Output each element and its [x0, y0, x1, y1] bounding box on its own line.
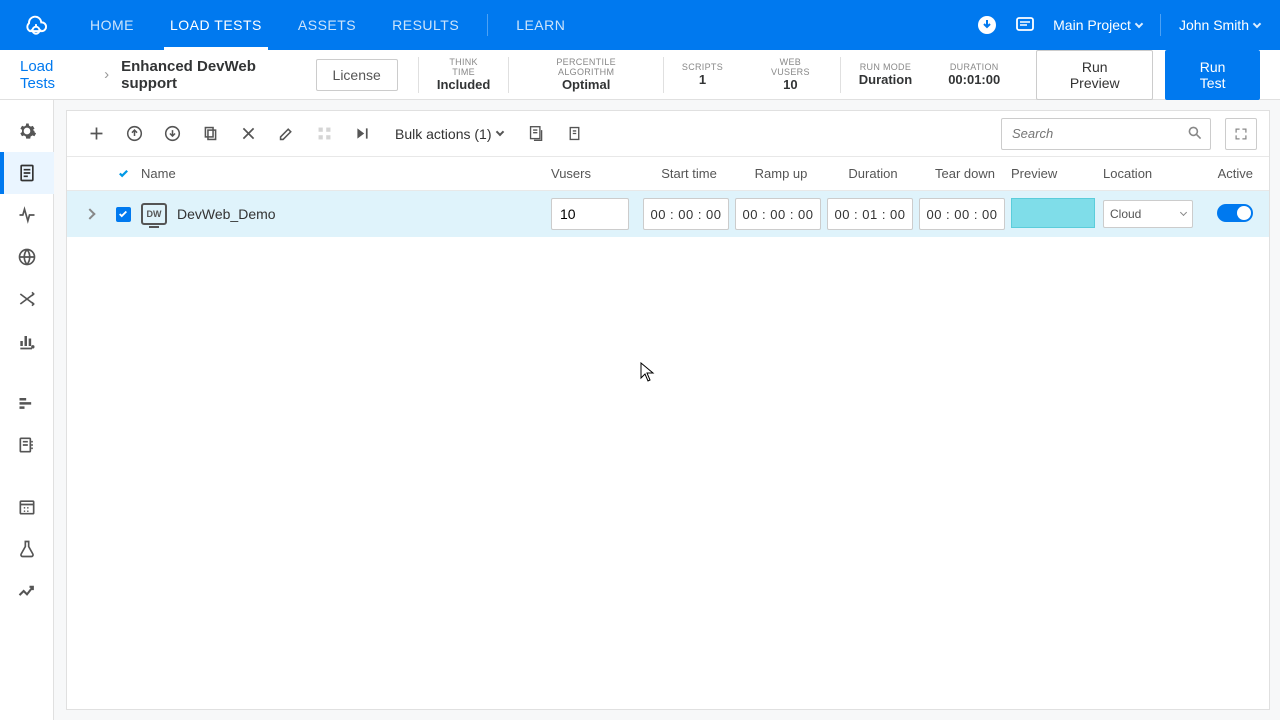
vusers-input[interactable]	[551, 198, 629, 230]
th-vusers[interactable]: Vusers	[551, 166, 643, 181]
th-location[interactable]: Location	[1103, 166, 1203, 181]
th-name[interactable]: Name	[141, 166, 551, 181]
sidebar-calendar[interactable]	[0, 486, 54, 528]
nav-divider	[487, 14, 488, 36]
delete-icon[interactable]	[231, 117, 265, 151]
add-icon[interactable]	[79, 117, 113, 151]
doc-icon[interactable]	[557, 117, 591, 151]
logo-icon	[20, 9, 52, 41]
th-start[interactable]: Start time	[643, 166, 735, 181]
chevron-down-icon	[1253, 19, 1261, 27]
th-active[interactable]: Active	[1203, 166, 1261, 181]
th-preview[interactable]: Preview	[1011, 166, 1103, 181]
user-name: John Smith	[1179, 17, 1249, 33]
nav-results[interactable]: RESULTS	[374, 0, 477, 50]
start-time-input[interactable]: 00 : 00 : 00	[643, 198, 729, 230]
th-ramp[interactable]: Ramp up	[735, 166, 827, 181]
license-button[interactable]: License	[316, 59, 398, 91]
chat-icon[interactable]	[1015, 15, 1035, 35]
expand-icon[interactable]	[1225, 118, 1257, 150]
active-toggle[interactable]	[1217, 204, 1253, 222]
skip-icon[interactable]	[345, 117, 379, 151]
preview-chart	[1011, 198, 1095, 228]
run-test-button[interactable]: Run Test	[1165, 50, 1260, 100]
sidebar-flask[interactable]	[0, 528, 54, 570]
sidebar-scripts[interactable]	[0, 152, 54, 194]
top-nav: HOME LOAD TESTS ASSETS RESULTS LEARN Mai…	[0, 0, 1280, 50]
edit-icon[interactable]	[269, 117, 303, 151]
teardown-input[interactable]: 00 : 00 : 00	[919, 198, 1005, 230]
sidebar	[0, 100, 54, 720]
sidebar-trend[interactable]	[0, 570, 54, 612]
sidebar-globe[interactable]	[0, 236, 54, 278]
bulk-actions-dropdown[interactable]: Bulk actions (1)	[383, 126, 515, 142]
table-row: DW DevWeb_Demo 00 : 00 : 00 00 : 00 : 00…	[67, 191, 1269, 237]
sidebar-server[interactable]	[0, 424, 54, 466]
nav-links: HOME LOAD TESTS ASSETS RESULTS LEARN	[72, 0, 583, 50]
grid-icon	[307, 117, 341, 151]
row-checkbox[interactable]	[116, 207, 131, 222]
chevron-down-icon	[1180, 209, 1187, 216]
th-duration[interactable]: Duration	[827, 166, 919, 181]
metric-run-mode: RUN MODE Duration	[840, 57, 930, 93]
metric-scripts: SCRIPTS 1	[663, 57, 741, 93]
breadcrumb-current: Enhanced DevWeb support	[121, 58, 315, 92]
location-select[interactable]: Cloud	[1103, 200, 1193, 228]
download-icon[interactable]	[977, 15, 997, 35]
row-name: DevWeb_Demo	[177, 206, 276, 222]
duration-input[interactable]: 00 : 01 : 00	[827, 198, 913, 230]
nav-load-tests[interactable]: LOAD TESTS	[152, 0, 280, 50]
search-input[interactable]	[1001, 118, 1211, 150]
sub-header: Load Tests › Enhanced DevWeb support Lic…	[0, 50, 1280, 100]
row-expand[interactable]	[75, 210, 105, 218]
breadcrumb: Load Tests › Enhanced DevWeb support	[20, 58, 316, 92]
copy-icon[interactable]	[193, 117, 227, 151]
sidebar-settings[interactable]	[0, 110, 54, 152]
download-icon[interactable]	[155, 117, 189, 151]
table-header: Name Vusers Start time Ramp up Duration …	[67, 157, 1269, 191]
sidebar-sla[interactable]	[0, 320, 54, 362]
chevron-right-icon: ›	[104, 66, 109, 83]
metric-duration: DURATION 00:01:00	[930, 57, 1018, 93]
sidebar-activity[interactable]	[0, 194, 54, 236]
nav-learn[interactable]: LEARN	[498, 0, 583, 50]
project-name: Main Project	[1053, 17, 1131, 33]
metric-percentile: PERCENTILE ALGORITHM Optimal	[508, 57, 663, 93]
search-icon[interactable]	[1187, 125, 1203, 144]
metric-vusers: WEB VUSERS 10	[741, 57, 840, 93]
main-panel: Bulk actions (1)	[66, 110, 1270, 710]
run-preview-button[interactable]: Run Preview	[1036, 50, 1153, 100]
nav-home[interactable]: HOME	[72, 0, 152, 50]
search-box	[1001, 118, 1211, 150]
upload-icon[interactable]	[117, 117, 151, 151]
project-dropdown[interactable]: Main Project	[1053, 17, 1142, 33]
th-teardown[interactable]: Tear down	[919, 166, 1011, 181]
user-dropdown[interactable]: John Smith	[1179, 17, 1260, 33]
nav-assets[interactable]: ASSETS	[280, 0, 374, 50]
metric-think-time: THINK TIME Included	[418, 57, 509, 93]
ramp-up-input[interactable]: 00 : 00 : 00	[735, 198, 821, 230]
chevron-down-icon	[1135, 19, 1143, 27]
toolbar: Bulk actions (1)	[67, 111, 1269, 157]
breadcrumb-root[interactable]: Load Tests	[20, 58, 92, 92]
script-doc-icon[interactable]	[519, 117, 553, 151]
header-check[interactable]	[105, 168, 141, 179]
sidebar-shuffle[interactable]	[0, 278, 54, 320]
chevron-right-icon	[84, 208, 95, 219]
chevron-down-icon	[496, 128, 504, 136]
sidebar-steps[interactable]	[0, 382, 54, 424]
script-type-icon: DW	[141, 203, 167, 225]
